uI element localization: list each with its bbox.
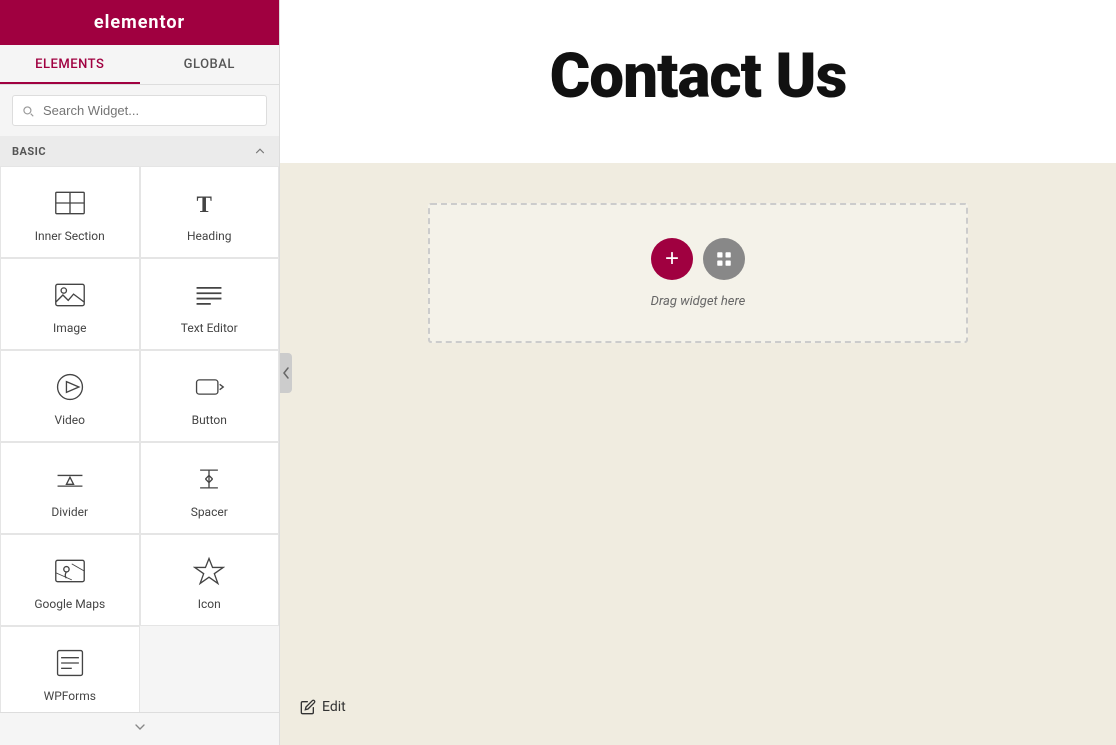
basic-section-header: BASIC: [0, 136, 279, 166]
search-bar: [0, 85, 279, 136]
widget-image[interactable]: Image: [0, 258, 140, 350]
widget-divider-label: Divider: [51, 505, 88, 519]
widget-inner-section-label: Inner Section: [35, 229, 105, 243]
chevron-down-icon: [132, 719, 148, 735]
drop-zone[interactable]: + Drag widget here: [428, 203, 968, 343]
edit-icon: [300, 699, 316, 715]
widget-inner-section[interactable]: Inner Section: [0, 166, 140, 258]
edit-label: Edit: [322, 699, 346, 715]
elementor-logo: elementor: [94, 12, 185, 33]
widget-heading[interactable]: T Heading: [140, 166, 280, 258]
widget-text-editor-label: Text Editor: [181, 321, 238, 335]
inner-section-icon: [52, 185, 88, 221]
collapse-arrow-icon: [282, 366, 290, 380]
svg-text:T: T: [197, 191, 213, 217]
page-title: Contact Us: [550, 40, 847, 113]
divider-icon: [52, 461, 88, 497]
chevron-up-icon: [253, 144, 267, 158]
widget-image-label: Image: [53, 321, 86, 335]
options-icon: [715, 250, 733, 268]
widget-video[interactable]: Video: [0, 350, 140, 442]
content-area: + Drag widget here Edit: [280, 163, 1116, 745]
widget-google-maps-label: Google Maps: [34, 597, 105, 611]
tab-global[interactable]: GLOBAL: [140, 45, 280, 84]
text-editor-icon: [191, 277, 227, 313]
google-maps-icon: [52, 553, 88, 589]
widget-wpforms[interactable]: WPForms: [0, 626, 140, 712]
widget-wpforms-label: WPForms: [44, 689, 96, 703]
widget-spacer-label: Spacer: [191, 505, 228, 519]
heading-icon: T: [191, 185, 227, 221]
scroll-down-button[interactable]: [0, 712, 279, 745]
sidebar-collapse-handle[interactable]: [280, 353, 292, 393]
widget-button[interactable]: Button: [140, 350, 280, 442]
widget-google-maps[interactable]: Google Maps: [0, 534, 140, 626]
sidebar: elementor ELEMENTS GLOBAL BASIC: [0, 0, 280, 745]
search-input[interactable]: [12, 95, 267, 126]
options-button[interactable]: [703, 238, 745, 280]
widget-text-editor[interactable]: Text Editor: [140, 258, 280, 350]
wpforms-icon: [52, 645, 88, 681]
button-icon: [191, 369, 227, 405]
video-icon: [52, 369, 88, 405]
spacer-icon: [191, 461, 227, 497]
widget-grid: Inner Section T Heading: [0, 166, 279, 712]
image-icon: [52, 277, 88, 313]
canvas: Contact Us + Drag widget here: [280, 0, 1116, 745]
drop-zone-actions: +: [651, 238, 745, 280]
widget-button-label: Button: [192, 413, 227, 427]
drop-zone-label: Drag widget here: [651, 294, 746, 309]
section-label: BASIC: [12, 145, 46, 158]
widget-video-label: Video: [54, 413, 85, 427]
page-heading-area: Contact Us: [280, 0, 1116, 163]
tab-bar: ELEMENTS GLOBAL: [0, 45, 279, 85]
widget-divider[interactable]: Divider: [0, 442, 140, 534]
edit-bar[interactable]: Edit: [300, 699, 346, 715]
widget-icon[interactable]: Icon: [140, 534, 280, 626]
add-widget-button[interactable]: +: [651, 238, 693, 280]
tab-elements[interactable]: ELEMENTS: [0, 45, 140, 84]
sidebar-header: elementor: [0, 0, 279, 45]
widget-heading-label: Heading: [187, 229, 232, 243]
widget-spacer[interactable]: Spacer: [140, 442, 280, 534]
widget-icon-label: Icon: [198, 597, 221, 611]
icon-widget-icon: [191, 553, 227, 589]
